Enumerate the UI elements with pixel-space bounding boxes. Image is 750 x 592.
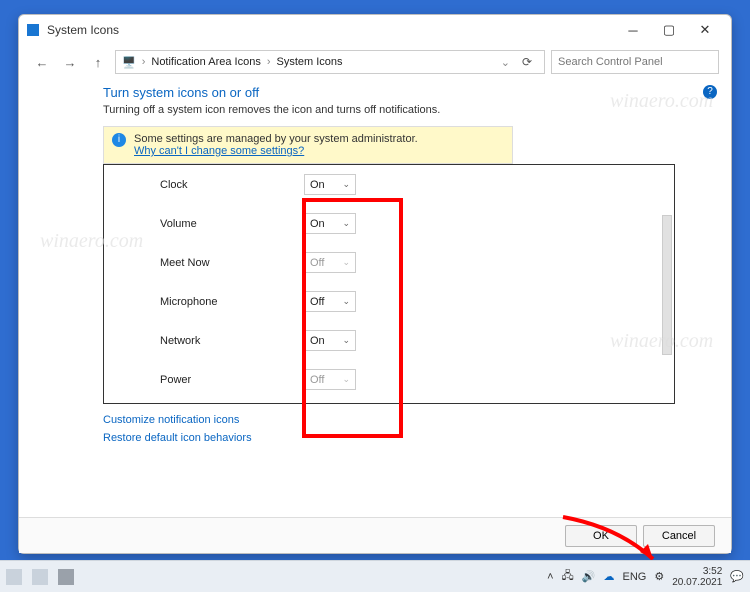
tray-settings-icon[interactable]: ⚙ bbox=[654, 570, 664, 583]
table-row: Clock On⌄ bbox=[104, 165, 664, 204]
chevron-down-icon: ⌄ bbox=[342, 218, 350, 229]
minimize-button[interactable]: ─ bbox=[615, 18, 651, 42]
taskbar-app-icon[interactable] bbox=[6, 569, 22, 585]
microphone-dropdown[interactable]: Off⌄ bbox=[304, 291, 356, 312]
titlebar: System Icons ─ ▢ ✕ bbox=[19, 15, 731, 45]
up-button[interactable]: ↑ bbox=[87, 51, 109, 73]
breadcrumb-item-1[interactable]: Notification Area Icons bbox=[151, 56, 260, 68]
table-scrollbar[interactable] bbox=[662, 215, 672, 355]
volume-dropdown[interactable]: On⌄ bbox=[304, 213, 356, 234]
links-section: Customize notification icons Restore def… bbox=[103, 414, 675, 444]
search-input[interactable]: Search Control Panel bbox=[551, 50, 719, 74]
breadcrumb-item-2[interactable]: System Icons bbox=[277, 56, 343, 68]
chevron-down-icon: ⌄ bbox=[342, 179, 350, 190]
banner-text: Some settings are managed by your system… bbox=[134, 133, 418, 145]
page-title: Turn system icons on or off bbox=[103, 85, 675, 100]
taskbar-app-icon[interactable] bbox=[32, 569, 48, 585]
tray-notifications-icon[interactable]: 💬 bbox=[730, 570, 744, 583]
breadcrumb-separator: › bbox=[267, 56, 271, 68]
dialog-footer: OK Cancel bbox=[19, 517, 731, 553]
row-label: Volume bbox=[104, 218, 304, 230]
table-row: Power Off⌄ bbox=[104, 360, 664, 399]
nav-toolbar: ← → ↑ 🖥️ › Notification Area Icons › Sys… bbox=[19, 45, 731, 79]
row-label: Clock bbox=[104, 179, 304, 191]
tray-network-icon[interactable]: 🖧 bbox=[562, 567, 574, 586]
chevron-down-icon: ⌄ bbox=[342, 296, 350, 307]
table-row: Microphone Off⌄ bbox=[104, 282, 664, 321]
forward-button[interactable]: → bbox=[59, 51, 81, 73]
table-row: Meet Now Off⌄ bbox=[104, 243, 664, 282]
maximize-button[interactable]: ▢ bbox=[651, 18, 687, 42]
cancel-button[interactable]: Cancel bbox=[643, 525, 715, 547]
row-label: Power bbox=[104, 374, 304, 386]
tray-clock[interactable]: 3:52 20.07.2021 bbox=[672, 566, 722, 588]
tray-chevron-icon[interactable]: ˄ bbox=[547, 571, 553, 583]
row-label: Network bbox=[104, 335, 304, 347]
table-row: Volume On⌄ bbox=[104, 204, 664, 243]
row-label: Meet Now bbox=[104, 257, 304, 269]
close-button[interactable]: ✕ bbox=[687, 18, 723, 42]
breadcrumb-separator: › bbox=[142, 56, 146, 68]
chevron-down-icon: ⌄ bbox=[342, 374, 350, 385]
search-placeholder: Search Control Panel bbox=[558, 56, 663, 68]
banner-link[interactable]: Why can't I change some settings? bbox=[134, 145, 304, 157]
system-icons-window: System Icons ─ ▢ ✕ ← → ↑ 🖥️ › Notificati… bbox=[18, 14, 732, 554]
page-subtitle: Turning off a system icon removes the ic… bbox=[103, 104, 675, 116]
address-bar[interactable]: 🖥️ › Notification Area Icons › System Ic… bbox=[115, 50, 545, 74]
help-icon[interactable]: ? bbox=[703, 85, 717, 99]
customize-link[interactable]: Customize notification icons bbox=[103, 414, 675, 426]
meet-now-dropdown: Off⌄ bbox=[304, 252, 356, 273]
window-title: System Icons bbox=[47, 23, 615, 37]
info-icon: i bbox=[112, 133, 126, 147]
back-button[interactable]: ← bbox=[31, 51, 53, 73]
chevron-down-icon: ⌄ bbox=[342, 257, 350, 268]
tray-onedrive-icon[interactable]: ☁ bbox=[604, 570, 615, 583]
content-area: Turn system icons on or off Turning off … bbox=[19, 79, 731, 444]
chevron-down-icon: ⌄ bbox=[342, 335, 350, 346]
row-label: Microphone bbox=[104, 296, 304, 308]
tray-volume-icon[interactable]: 🔊 bbox=[582, 570, 596, 583]
tray-language[interactable]: ENG bbox=[623, 571, 647, 583]
address-dropdown-icon[interactable]: ⌄ bbox=[501, 56, 510, 69]
refresh-button[interactable]: ⟳ bbox=[516, 55, 538, 69]
taskbar: ˄ 🖧 🔊 ☁ ENG ⚙ 3:52 20.07.2021 💬 bbox=[0, 560, 750, 592]
gear-icon[interactable] bbox=[58, 569, 74, 585]
network-dropdown[interactable]: On⌄ bbox=[304, 330, 356, 351]
restore-link[interactable]: Restore default icon behaviors bbox=[103, 432, 675, 444]
table-row: Network On⌄ bbox=[104, 321, 664, 360]
clock-dropdown[interactable]: On⌄ bbox=[304, 174, 356, 195]
power-dropdown: Off⌄ bbox=[304, 369, 356, 390]
admin-banner: i Some settings are managed by your syst… bbox=[103, 126, 513, 164]
window-icon bbox=[27, 24, 39, 36]
icons-table: Clock On⌄ Volume On⌄ Meet Now Off⌄ Micro… bbox=[103, 164, 675, 404]
breadcrumb-home-icon: 🖥️ bbox=[122, 56, 136, 69]
ok-button[interactable]: OK bbox=[565, 525, 637, 547]
